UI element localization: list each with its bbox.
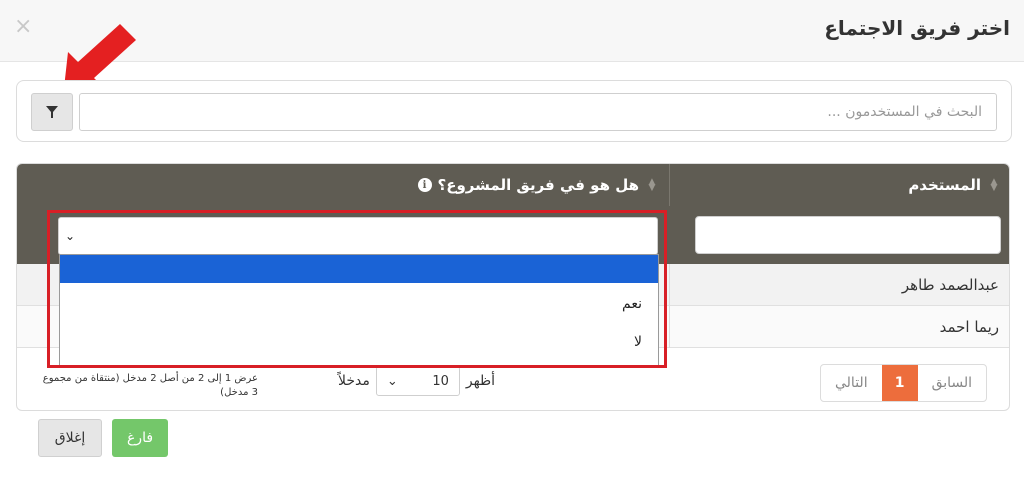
column-header-project-team[interactable]: i هل هو في فريق المشروع؟ ▲ ▼ [17,164,669,206]
column-label: المستخدم [908,176,981,194]
user-filter-input[interactable] [695,216,1001,254]
modal-header: اختر فريق الاجتماع × [0,0,1024,62]
close-button[interactable]: إغلاق [38,419,102,457]
page-length-select[interactable]: 10 ⌄ [375,366,460,396]
chevron-down-icon: ⌄ [65,229,76,243]
sort-icon: ▲ ▼ [648,177,656,193]
filter-button[interactable] [31,93,73,131]
previous-page-button[interactable]: السابق [918,365,986,401]
info-icon: i [417,178,432,192]
dropdown-option-yes[interactable]: نعم [60,289,658,319]
dropdown-list: نعم لا [59,254,659,366]
page-1-button[interactable]: 1 [881,365,918,401]
show-label: أظهر [465,373,496,389]
search-card [16,80,1012,142]
option-label: لا [634,334,642,350]
entries-label: مدخلاً [338,373,370,389]
next-page-button[interactable]: التالي [821,365,882,401]
dropdown-option-no[interactable]: لا [60,327,658,357]
page-length-control: أظهر 10 ⌄ مدخلاً [338,366,495,396]
table-header: i هل هو في فريق المشروع؟ ▲ ▼ المستخدم ▲ ▼ [17,164,1009,206]
modal-title: اختر فريق الاجتماع [824,16,1010,40]
clear-button[interactable]: فارغ [112,419,168,457]
column-header-user[interactable]: المستخدم ▲ ▼ [669,164,1009,206]
project-team-filter-select[interactable]: ⌄ [58,217,658,255]
option-label: نعم [622,296,642,312]
column-label: هل هو في فريق المشروع؟ [437,176,639,194]
user-cell: ريما احمد [939,318,999,336]
chevron-down-icon: ⌄ [386,373,398,389]
user-cell: عبدالصمد طاهر [901,276,999,294]
filter-icon [46,106,58,118]
search-input[interactable] [79,93,997,131]
dropdown-option-empty[interactable] [60,255,658,283]
page-length-value: 10 [432,373,449,389]
table-info: عرض 1 إلى 2 من أصل 2 مدخل (منتقاة من مجم… [42,373,258,398]
sort-icon: ▲ ▼ [990,177,998,193]
close-icon[interactable]: × [14,14,32,39]
pagination: السابق 1 التالي [820,364,988,402]
column-divider [669,264,670,348]
